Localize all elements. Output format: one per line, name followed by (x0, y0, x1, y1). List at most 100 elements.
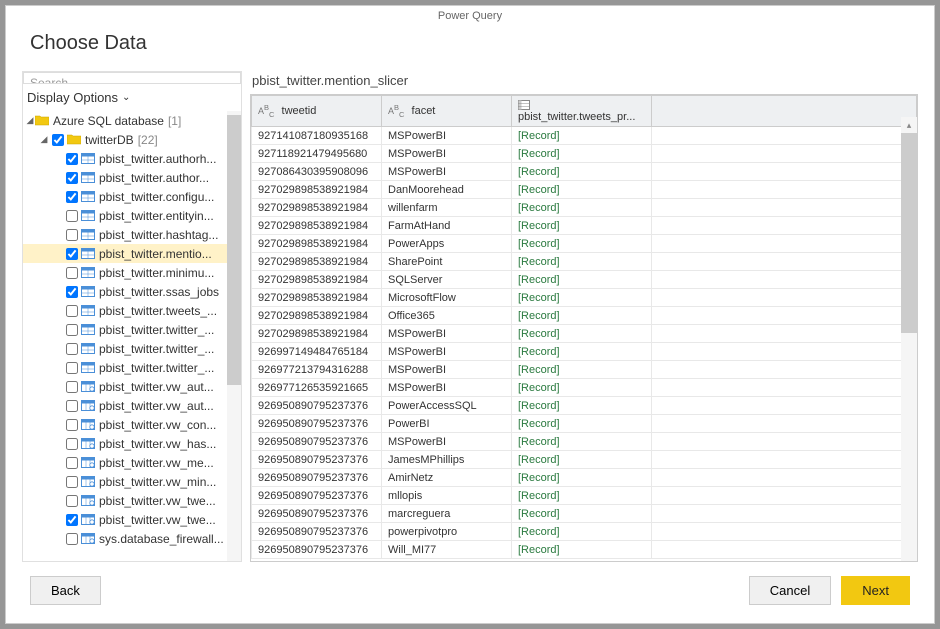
tree-checkbox[interactable] (66, 191, 78, 203)
column-header-2[interactable]: pbist_twitter.tweets_pr... (512, 96, 652, 127)
tree-checkbox[interactable] (66, 400, 78, 412)
tree-item-8[interactable]: pbist_twitter.tweets_... (23, 301, 241, 320)
grid-scrollbar[interactable]: ▴ (901, 117, 917, 561)
back-button[interactable]: Back (30, 576, 101, 605)
table-row[interactable]: 927029898538921984willenfarm[Record] (252, 199, 917, 217)
table-row[interactable]: 926950890795237376MSPowerBI[Record] (252, 433, 917, 451)
tree-item-3[interactable]: pbist_twitter.entityin... (23, 206, 241, 225)
cell-record[interactable]: [Record] (512, 379, 652, 397)
table-row[interactable]: 927029898538921984SQLServer[Record] (252, 271, 917, 289)
cell-record[interactable]: [Record] (512, 127, 652, 145)
table-row[interactable]: 927029898538921984SharePoint[Record] (252, 253, 917, 271)
tree-checkbox[interactable] (66, 381, 78, 393)
cell-record[interactable]: [Record] (512, 523, 652, 541)
cell-record[interactable]: [Record] (512, 253, 652, 271)
table-row[interactable]: 927029898538921984DanMoorehead[Record] (252, 181, 917, 199)
table-row[interactable]: 927029898538921984MicrosoftFlow[Record] (252, 289, 917, 307)
table-row[interactable]: 927029898538921984FarmAtHand[Record] (252, 217, 917, 235)
table-row[interactable]: 926950890795237376marcreguera[Record] (252, 505, 917, 523)
tree-item-9[interactable]: pbist_twitter.twitter_... (23, 320, 241, 339)
tree-item-7[interactable]: pbist_twitter.ssas_jobs (23, 282, 241, 301)
tree-scrollbar[interactable] (227, 111, 241, 561)
cell-record[interactable]: [Record] (512, 217, 652, 235)
cell-record[interactable]: [Record] (512, 199, 652, 217)
tree-checkbox[interactable] (66, 324, 78, 336)
table-row[interactable]: 926950890795237376JamesMPhillips[Record] (252, 451, 917, 469)
tree-item-5[interactable]: pbist_twitter.mentio... (23, 244, 241, 263)
cell-record[interactable]: [Record] (512, 505, 652, 523)
tree-checkbox[interactable] (66, 210, 78, 222)
cell-record[interactable]: [Record] (512, 343, 652, 361)
cell-record[interactable]: [Record] (512, 397, 652, 415)
tree-checkbox[interactable] (66, 343, 78, 355)
cell-record[interactable]: [Record] (512, 487, 652, 505)
table-row[interactable]: 926950890795237376Will_MI77[Record] (252, 541, 917, 559)
table-row[interactable]: 926950890795237376AmirNetz[Record] (252, 469, 917, 487)
table-row[interactable]: 926997149484765184MSPowerBI[Record] (252, 343, 917, 361)
tree-database[interactable]: ◢twitterDB[22] (23, 130, 241, 149)
table-row[interactable]: 926950890795237376PowerBI[Record] (252, 415, 917, 433)
cell-record[interactable]: [Record] (512, 181, 652, 199)
table-row[interactable]: 926977213794316288MSPowerBI[Record] (252, 361, 917, 379)
tree-item-19[interactable]: pbist_twitter.vw_twe... (23, 510, 241, 529)
cell-record[interactable]: [Record] (512, 271, 652, 289)
cell-record[interactable]: [Record] (512, 163, 652, 181)
cell-record[interactable]: [Record] (512, 325, 652, 343)
table-row[interactable]: 926950890795237376mllopis[Record] (252, 487, 917, 505)
tree-item-15[interactable]: pbist_twitter.vw_has... (23, 434, 241, 453)
tree-item-13[interactable]: pbist_twitter.vw_aut... (23, 396, 241, 415)
column-header-0[interactable]: ABC tweetid (252, 96, 382, 127)
table-row[interactable]: 927141087180935168MSPowerBI[Record] (252, 127, 917, 145)
tree-checkbox[interactable] (66, 267, 78, 279)
tree-item-11[interactable]: pbist_twitter.twitter_... (23, 358, 241, 377)
tree-item-12[interactable]: pbist_twitter.vw_aut... (23, 377, 241, 396)
tree-checkbox[interactable] (66, 248, 78, 260)
table-row[interactable]: 927029898538921984PowerApps[Record] (252, 235, 917, 253)
table-row[interactable]: 927086430395908096MSPowerBI[Record] (252, 163, 917, 181)
tree-checkbox[interactable] (66, 533, 78, 545)
tree-item-14[interactable]: pbist_twitter.vw_con... (23, 415, 241, 434)
tree-item-16[interactable]: pbist_twitter.vw_me... (23, 453, 241, 472)
tree-item-10[interactable]: pbist_twitter.twitter_... (23, 339, 241, 358)
table-row[interactable]: 927029898538921984Office365[Record] (252, 307, 917, 325)
table-row[interactable]: 927118921479495680MSPowerBI[Record] (252, 145, 917, 163)
cell-record[interactable]: [Record] (512, 541, 652, 559)
search-input[interactable]: Search (23, 72, 241, 84)
tree-item-17[interactable]: pbist_twitter.vw_min... (23, 472, 241, 491)
data-grid[interactable]: ABC tweetidABC facet pbist_twitter.tweet… (250, 94, 918, 562)
tree-checkbox[interactable] (66, 153, 78, 165)
tree-checkbox[interactable] (66, 229, 78, 241)
tree-checkbox[interactable] (66, 419, 78, 431)
table-row[interactable]: 926950890795237376powerpivotpro[Record] (252, 523, 917, 541)
tree-item-1[interactable]: pbist_twitter.author... (23, 168, 241, 187)
cell-record[interactable]: [Record] (512, 145, 652, 163)
tree-item-6[interactable]: pbist_twitter.minimu... (23, 263, 241, 282)
scroll-up-icon[interactable]: ▴ (901, 117, 917, 133)
tree-checkbox[interactable] (66, 476, 78, 488)
tree-item-2[interactable]: pbist_twitter.configu... (23, 187, 241, 206)
table-row[interactable]: 926977126535921665MSPowerBI[Record] (252, 379, 917, 397)
tree-checkbox[interactable] (66, 438, 78, 450)
tree-checkbox[interactable] (66, 495, 78, 507)
tree-item-20[interactable]: sys.database_firewall... (23, 529, 241, 548)
cell-record[interactable]: [Record] (512, 289, 652, 307)
object-tree[interactable]: ◢Azure SQL database[1]◢twitterDB[22]pbis… (23, 111, 241, 561)
tree-checkbox[interactable] (66, 457, 78, 469)
tree-checkbox[interactable] (66, 172, 78, 184)
tree-item-18[interactable]: pbist_twitter.vw_twe... (23, 491, 241, 510)
tree-checkbox[interactable] (66, 286, 78, 298)
tree-checkbox[interactable] (66, 514, 78, 526)
cell-record[interactable]: [Record] (512, 361, 652, 379)
cell-record[interactable]: [Record] (512, 433, 652, 451)
cell-record[interactable]: [Record] (512, 415, 652, 433)
column-header-1[interactable]: ABC facet (382, 96, 512, 127)
display-options-dropdown[interactable]: Display Options ⌄ (23, 84, 241, 111)
cell-record[interactable]: [Record] (512, 451, 652, 469)
tree-checkbox[interactable] (52, 134, 64, 146)
tree-checkbox[interactable] (66, 362, 78, 374)
tree-checkbox[interactable] (66, 305, 78, 317)
tree-item-4[interactable]: pbist_twitter.hashtag... (23, 225, 241, 244)
cell-record[interactable]: [Record] (512, 307, 652, 325)
cell-record[interactable]: [Record] (512, 235, 652, 253)
table-row[interactable]: 927029898538921984MSPowerBI[Record] (252, 325, 917, 343)
